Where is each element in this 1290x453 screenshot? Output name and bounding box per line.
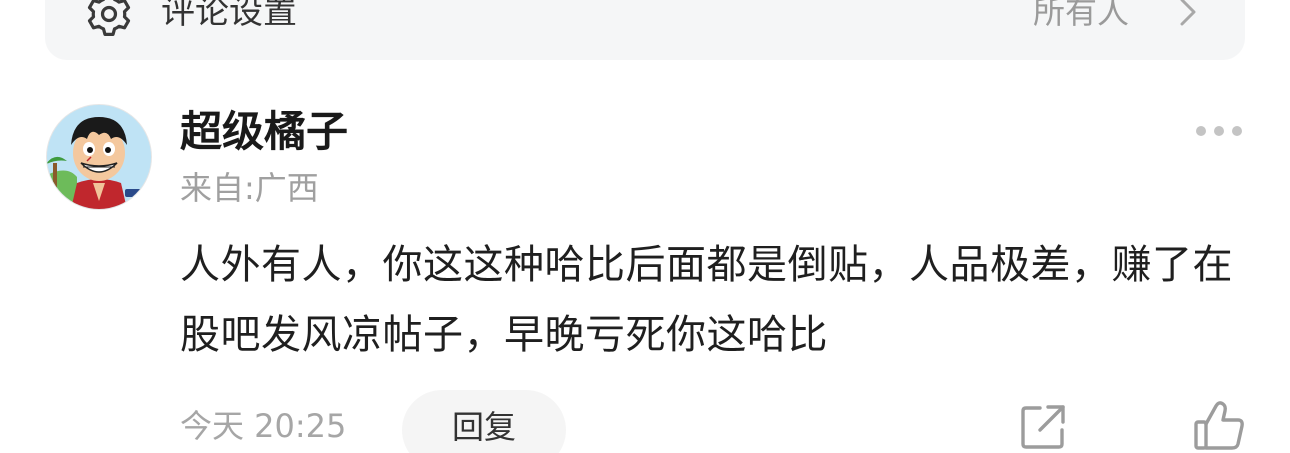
username[interactable]: 超级橘子 [180, 104, 348, 160]
share-icon[interactable] [1018, 402, 1068, 452]
thumbs-up-icon[interactable] [1192, 398, 1246, 452]
settings-label: 评论设置 [161, 0, 297, 32]
avatar-image [47, 105, 151, 209]
location-label: 来自:广西 [180, 169, 319, 207]
comment-timestamp: 今天 20:25 [180, 407, 347, 445]
reply-button[interactable]: 回复 [402, 390, 566, 453]
settings-value: 所有人 [1032, 0, 1129, 31]
gear-icon [87, 0, 131, 36]
more-dots-icon[interactable] [1192, 118, 1246, 144]
chevron-right-icon [1180, 0, 1196, 26]
avatar[interactable] [46, 104, 152, 210]
comment-settings-row[interactable]: 评论设置 所有人 [45, 0, 1245, 60]
reply-label: 回复 [451, 408, 516, 446]
comment-text: 人外有人，你这这种哈比后面都是倒贴，人品极差，赚了在股吧发风凉帖子，早晚亏死你这… [180, 242, 1233, 358]
comment-page: 评论设置 所有人 超级橘子 来自:广西 人外有人，你这这种哈比后面都是倒贴，人品… [0, 0, 1290, 453]
